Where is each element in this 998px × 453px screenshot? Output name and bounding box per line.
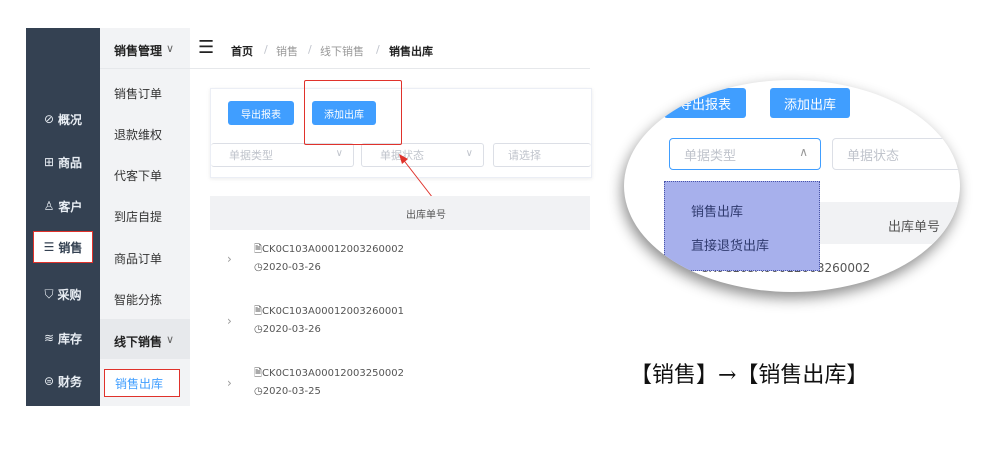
sub-item-goods-order[interactable]: 商品订单	[114, 250, 162, 267]
nav-item-purchase[interactable]: ⛉ 采购	[26, 283, 100, 305]
outbound-no: 🗎CK0C103A00012003250002	[254, 368, 404, 379]
nav-item-label: 库存	[58, 331, 83, 346]
yuan-icon: ⊜	[43, 374, 55, 388]
breadcrumb-separator: /	[308, 43, 312, 56]
outbound-no: 🗎CK0C103A00012003260002	[254, 244, 404, 255]
chevron-down-icon: ∨	[335, 148, 343, 159]
breadcrumb-home[interactable]: 首页	[231, 43, 253, 59]
layers-icon: ≋	[43, 331, 55, 345]
doc-type-placeholder: 单据类型	[229, 149, 273, 162]
expand-icon[interactable]: ›	[227, 252, 232, 266]
navigation-caption: 【销售】→【销售出库】	[630, 363, 869, 388]
user-icon: ♙	[43, 199, 55, 213]
chevron-down-icon: ∨	[166, 333, 175, 346]
table-row[interactable]: › 🗎CK0C103A00012003260002 ◷2020-03-26	[210, 230, 590, 293]
breadcrumb-sales[interactable]: 销售	[276, 43, 298, 59]
sub-item-refund[interactable]: 退款维权	[114, 126, 162, 143]
zoom-column-header: 出库单号	[888, 220, 941, 235]
nav-item-label: 商品	[58, 155, 83, 170]
document-icon: 🗎	[254, 306, 263, 317]
zoom-export-report-button[interactable]: 导出报表	[664, 88, 746, 118]
chevron-up-icon: ∧	[799, 145, 808, 159]
zoom-doc-type-placeholder: 单据类型	[684, 148, 737, 164]
doc-type-select[interactable]: 单据类型 ∨	[211, 143, 354, 167]
chevron-down-icon: ∨	[166, 42, 175, 55]
breadcrumb-separator: /	[264, 43, 268, 56]
sub-menu-header[interactable]: 销售管理 ∨	[100, 28, 190, 69]
nav-item-label: 客户	[58, 199, 83, 214]
outbound-date: ◷2020-03-25	[254, 386, 321, 397]
nav-item-finance[interactable]: ⊜ 财务	[26, 370, 100, 392]
dropdown-option-sales-outbound[interactable]: 销售出库	[691, 201, 743, 220]
sub-menu-title: 销售管理	[114, 44, 163, 58]
breadcrumb-separator: /	[376, 43, 380, 56]
zoom-doc-type-dropdown: 销售出库 直接退货出库	[664, 181, 820, 271]
expand-icon[interactable]: ›	[227, 376, 232, 390]
document-icon: 🗎	[254, 368, 263, 379]
outbound-date: ◷2020-03-26	[254, 324, 321, 335]
main-nav-rail: ⊘ 概况 ⊞ 商品 ♙ 客户 ☰ 销售 ⛉ 采购 ≋ 库存 ⊜ 财务	[26, 28, 100, 406]
expand-icon[interactable]: ›	[227, 314, 232, 328]
zoom-add-outbound-button[interactable]: 添加出库	[770, 88, 850, 118]
zoom-magnifier: 导出报表 添加出库 单据类型 ∧ 单据状态 出库单号 CK0C103A00012…	[624, 80, 960, 292]
sub-item-proxy-order[interactable]: 代客下单	[114, 167, 162, 184]
add-button-callout-box	[304, 80, 402, 145]
document-icon: ☰	[43, 240, 55, 254]
nav-item-inventory[interactable]: ≋ 库存	[26, 327, 100, 349]
clock-icon: ◷	[254, 386, 263, 397]
sub-item-sorting[interactable]: 智能分拣	[114, 291, 162, 308]
document-icon: 🗎	[254, 244, 263, 255]
sub-item-pickup[interactable]: 到店自提	[114, 208, 162, 225]
generic-select[interactable]: 请选择	[493, 143, 591, 167]
nav-item-label: 概况	[58, 112, 83, 127]
table-row[interactable]: › 🗎CK0C103A00012003260001 ◷2020-03-26	[210, 292, 590, 355]
zoom-doc-status-placeholder: 单据状态	[847, 148, 900, 164]
grid-icon: ⊞	[43, 155, 55, 169]
sub-group-offline-sales[interactable]: 线下销售 ∨	[100, 319, 190, 359]
nav-item-label: 采购	[57, 287, 82, 302]
nav-item-customers[interactable]: ♙ 客户	[26, 195, 100, 217]
zoom-doc-status-select[interactable]: 单据状态	[832, 138, 960, 170]
nav-item-label: 销售	[58, 240, 83, 255]
nav-item-goods[interactable]: ⊞ 商品	[26, 151, 100, 173]
table-row[interactable]: › 🗎CK0C103A00012003250002 ◷2020-03-25	[210, 354, 590, 406]
nav-item-sales[interactable]: ☰ 销售	[34, 232, 92, 262]
nav-item-sales-highlight[interactable]: ☰ 销售	[33, 231, 93, 263]
arrow-head	[399, 154, 408, 164]
clock-icon: ◷	[254, 324, 263, 335]
column-header-outbound-no: 出库单号	[406, 210, 446, 221]
outbound-no: 🗎CK0C103A00012003260001	[254, 306, 404, 317]
bag-icon: ⛉	[44, 286, 54, 301]
breadcrumb-offline-sales[interactable]: 线下销售	[320, 43, 364, 59]
clock-icon: ◷	[254, 262, 263, 273]
sub-group-label: 线下销售	[114, 335, 163, 349]
export-report-button[interactable]: 导出报表	[228, 101, 294, 125]
nav-item-label: 财务	[58, 374, 83, 389]
compass-icon: ⊘	[43, 112, 55, 126]
dropdown-option-direct-return[interactable]: 直接退货出库	[691, 235, 769, 254]
nav-item-overview[interactable]: ⊘ 概况	[26, 108, 100, 130]
breadcrumb-current: 销售出库	[389, 45, 433, 58]
menu-toggle-icon[interactable]: ☰	[198, 37, 214, 58]
select-placeholder: 请选择	[508, 149, 541, 162]
sub-item-sales-order[interactable]: 销售订单	[114, 85, 162, 102]
sub-item-sales-outbound[interactable]: 销售出库	[104, 369, 180, 397]
zoom-doc-type-select[interactable]: 单据类型 ∧	[669, 138, 821, 170]
outbound-date: ◷2020-03-26	[254, 262, 321, 273]
table-header: 出库单号	[210, 196, 590, 230]
zoom-content: 导出报表 添加出库 单据类型 ∧ 单据状态 出库单号 CK0C103A00012…	[624, 80, 960, 292]
